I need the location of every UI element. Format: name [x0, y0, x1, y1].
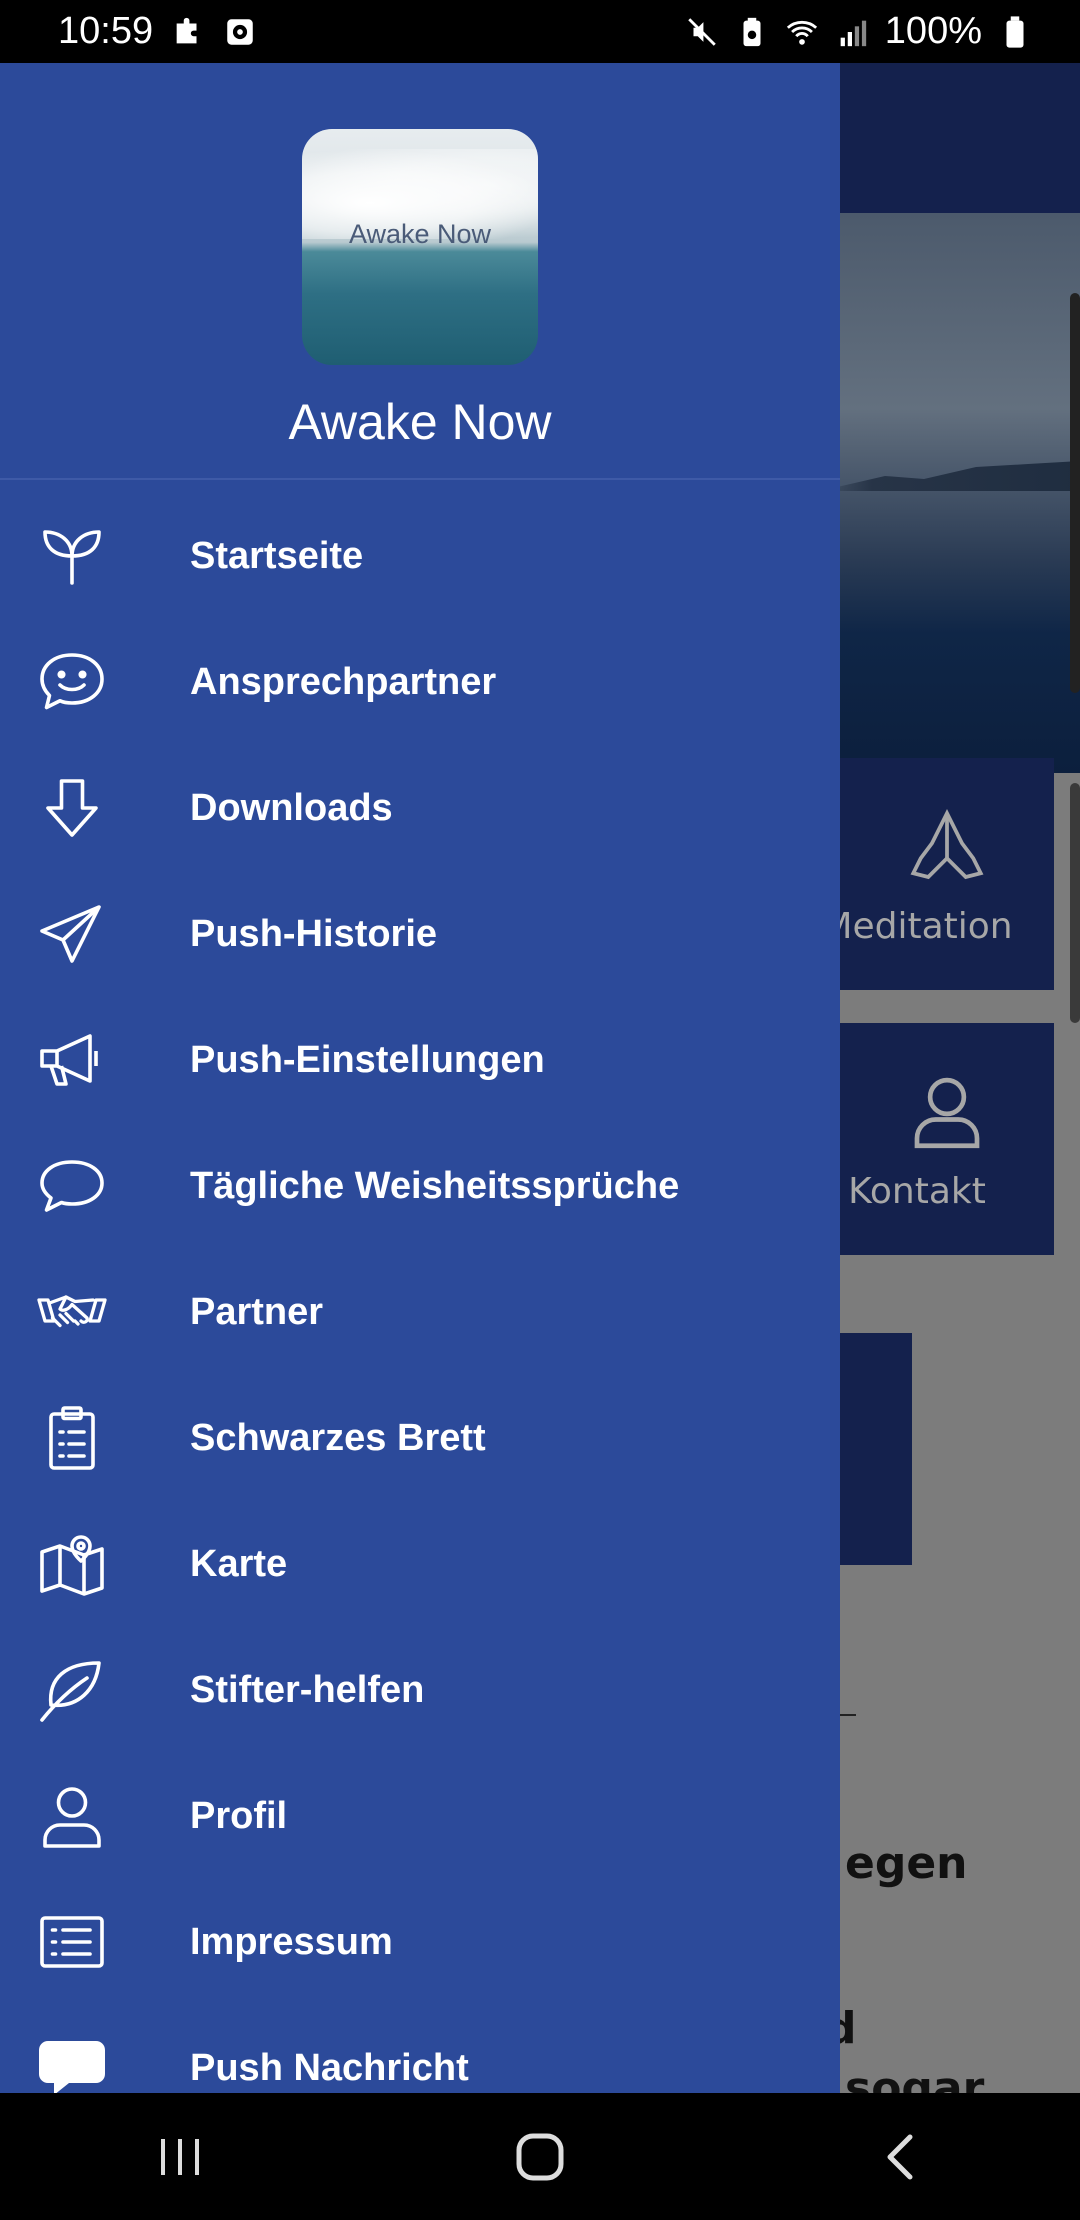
battery-icon	[1006, 15, 1024, 48]
smile-chat-icon	[40, 653, 104, 710]
menu-item-push-historie[interactable]: Push-Historie	[0, 871, 840, 997]
partial-heading: egen	[845, 1838, 968, 1889]
menu-label: Push-Historie	[190, 912, 438, 955]
menu-item-push-einstellungen[interactable]: Push-Einstellungen	[0, 997, 840, 1123]
praying-hands-icon	[910, 808, 984, 879]
clipboard-icon	[49, 1406, 95, 1470]
app-logo: Awake Now	[302, 129, 538, 365]
recents-icon	[161, 2138, 199, 2175]
menu-label: Impressum	[190, 1920, 393, 1963]
user-icon	[43, 1787, 101, 1848]
list-icon	[40, 1916, 104, 1968]
hero-mountains	[820, 461, 1080, 491]
drawer-header: Awake Now Awake Now	[0, 63, 840, 480]
menu-item-stifter-helfen[interactable]: Stifter-helfen	[0, 1627, 840, 1753]
map-icon	[40, 1535, 104, 1596]
menu-label: Partner	[190, 1290, 324, 1333]
megaphone-icon	[40, 1034, 98, 1086]
scrollbar-thumb[interactable]	[1070, 783, 1080, 1023]
tile-kontakt[interactable]: Kontakt	[840, 1023, 1054, 1255]
puzzle-icon	[176, 17, 197, 43]
menu-item-downloads[interactable]: Downloads	[0, 745, 840, 871]
scrollbar[interactable]	[1070, 293, 1080, 693]
menu-label: Push Nachricht	[190, 2046, 469, 2089]
handshake-icon	[37, 1295, 107, 1328]
menu-label: Push-Einstellungen	[190, 1038, 545, 1081]
signal-icon	[840, 20, 866, 46]
menu-item-push-nachricht[interactable]: Push Nachricht	[0, 2005, 840, 2093]
menu-item-taegliche-weisheitssprueche[interactable]: Tägliche Weisheitssprüche	[0, 1123, 840, 1249]
paper-plane-icon	[40, 905, 101, 963]
partial-text-2: sogar	[845, 2063, 985, 2093]
home-button[interactable]	[485, 2117, 595, 2197]
status-bar: 10:59 100%	[0, 0, 1080, 63]
app-name: Awake Now	[288, 394, 552, 450]
recent-apps-button[interactable]	[125, 2117, 235, 2197]
menu-item-karte[interactable]: Karte	[0, 1501, 840, 1627]
menu-label: Downloads	[190, 786, 393, 829]
tile-label: Kontakt	[848, 1170, 986, 1212]
menu-label: Karte	[190, 1542, 288, 1585]
speech-bubble-icon	[40, 1160, 104, 1212]
status-time: 10:59	[58, 10, 154, 52]
menu-label: Schwarzes Brett	[190, 1416, 486, 1459]
menu-item-impressum[interactable]: Impressum	[0, 1879, 840, 2005]
home-icon	[516, 2133, 564, 2180]
mute-icon	[688, 17, 716, 46]
navigation-drawer: Awake Now Awake Now Startseite Ansprechp…	[0, 63, 840, 2093]
back-icon	[887, 2134, 913, 2179]
leaf-icon	[40, 1661, 101, 1722]
menu-item-startseite[interactable]: Startseite	[0, 493, 840, 619]
menu-label: Startseite	[190, 534, 364, 577]
message-icon	[39, 2041, 105, 2093]
menu-item-partner[interactable]: Partner	[0, 1249, 840, 1375]
clock-badge-icon	[227, 18, 253, 45]
wifi-icon	[786, 20, 817, 45]
menu-item-schwarzes-brett[interactable]: Schwarzes Brett	[0, 1375, 840, 1501]
logo-text: Awake Now	[348, 219, 492, 249]
arrow-down-icon	[46, 779, 98, 837]
battery-saver-icon	[743, 17, 761, 46]
system-nav-bar	[0, 2093, 1080, 2220]
menu-label: Stifter-helfen	[190, 1668, 425, 1711]
menu-item-profil[interactable]: Profil	[0, 1753, 840, 1879]
sprout-icon	[43, 530, 101, 585]
menu-label: Profil	[190, 1794, 288, 1837]
user-icon	[914, 1077, 980, 1148]
drawer-menu: Startseite Ansprechpartner Downloads Pus…	[0, 493, 840, 2093]
tile-label: Meditation	[821, 905, 1013, 947]
battery-percent: 100%	[884, 10, 982, 52]
menu-label: Ansprechpartner	[190, 660, 497, 703]
menu-label: Tägliche Weisheitssprüche	[190, 1164, 680, 1207]
menu-item-ansprechpartner[interactable]: Ansprechpartner	[0, 619, 840, 745]
tile-meditation[interactable]: Meditation	[821, 758, 1054, 990]
back-button[interactable]	[845, 2117, 955, 2197]
